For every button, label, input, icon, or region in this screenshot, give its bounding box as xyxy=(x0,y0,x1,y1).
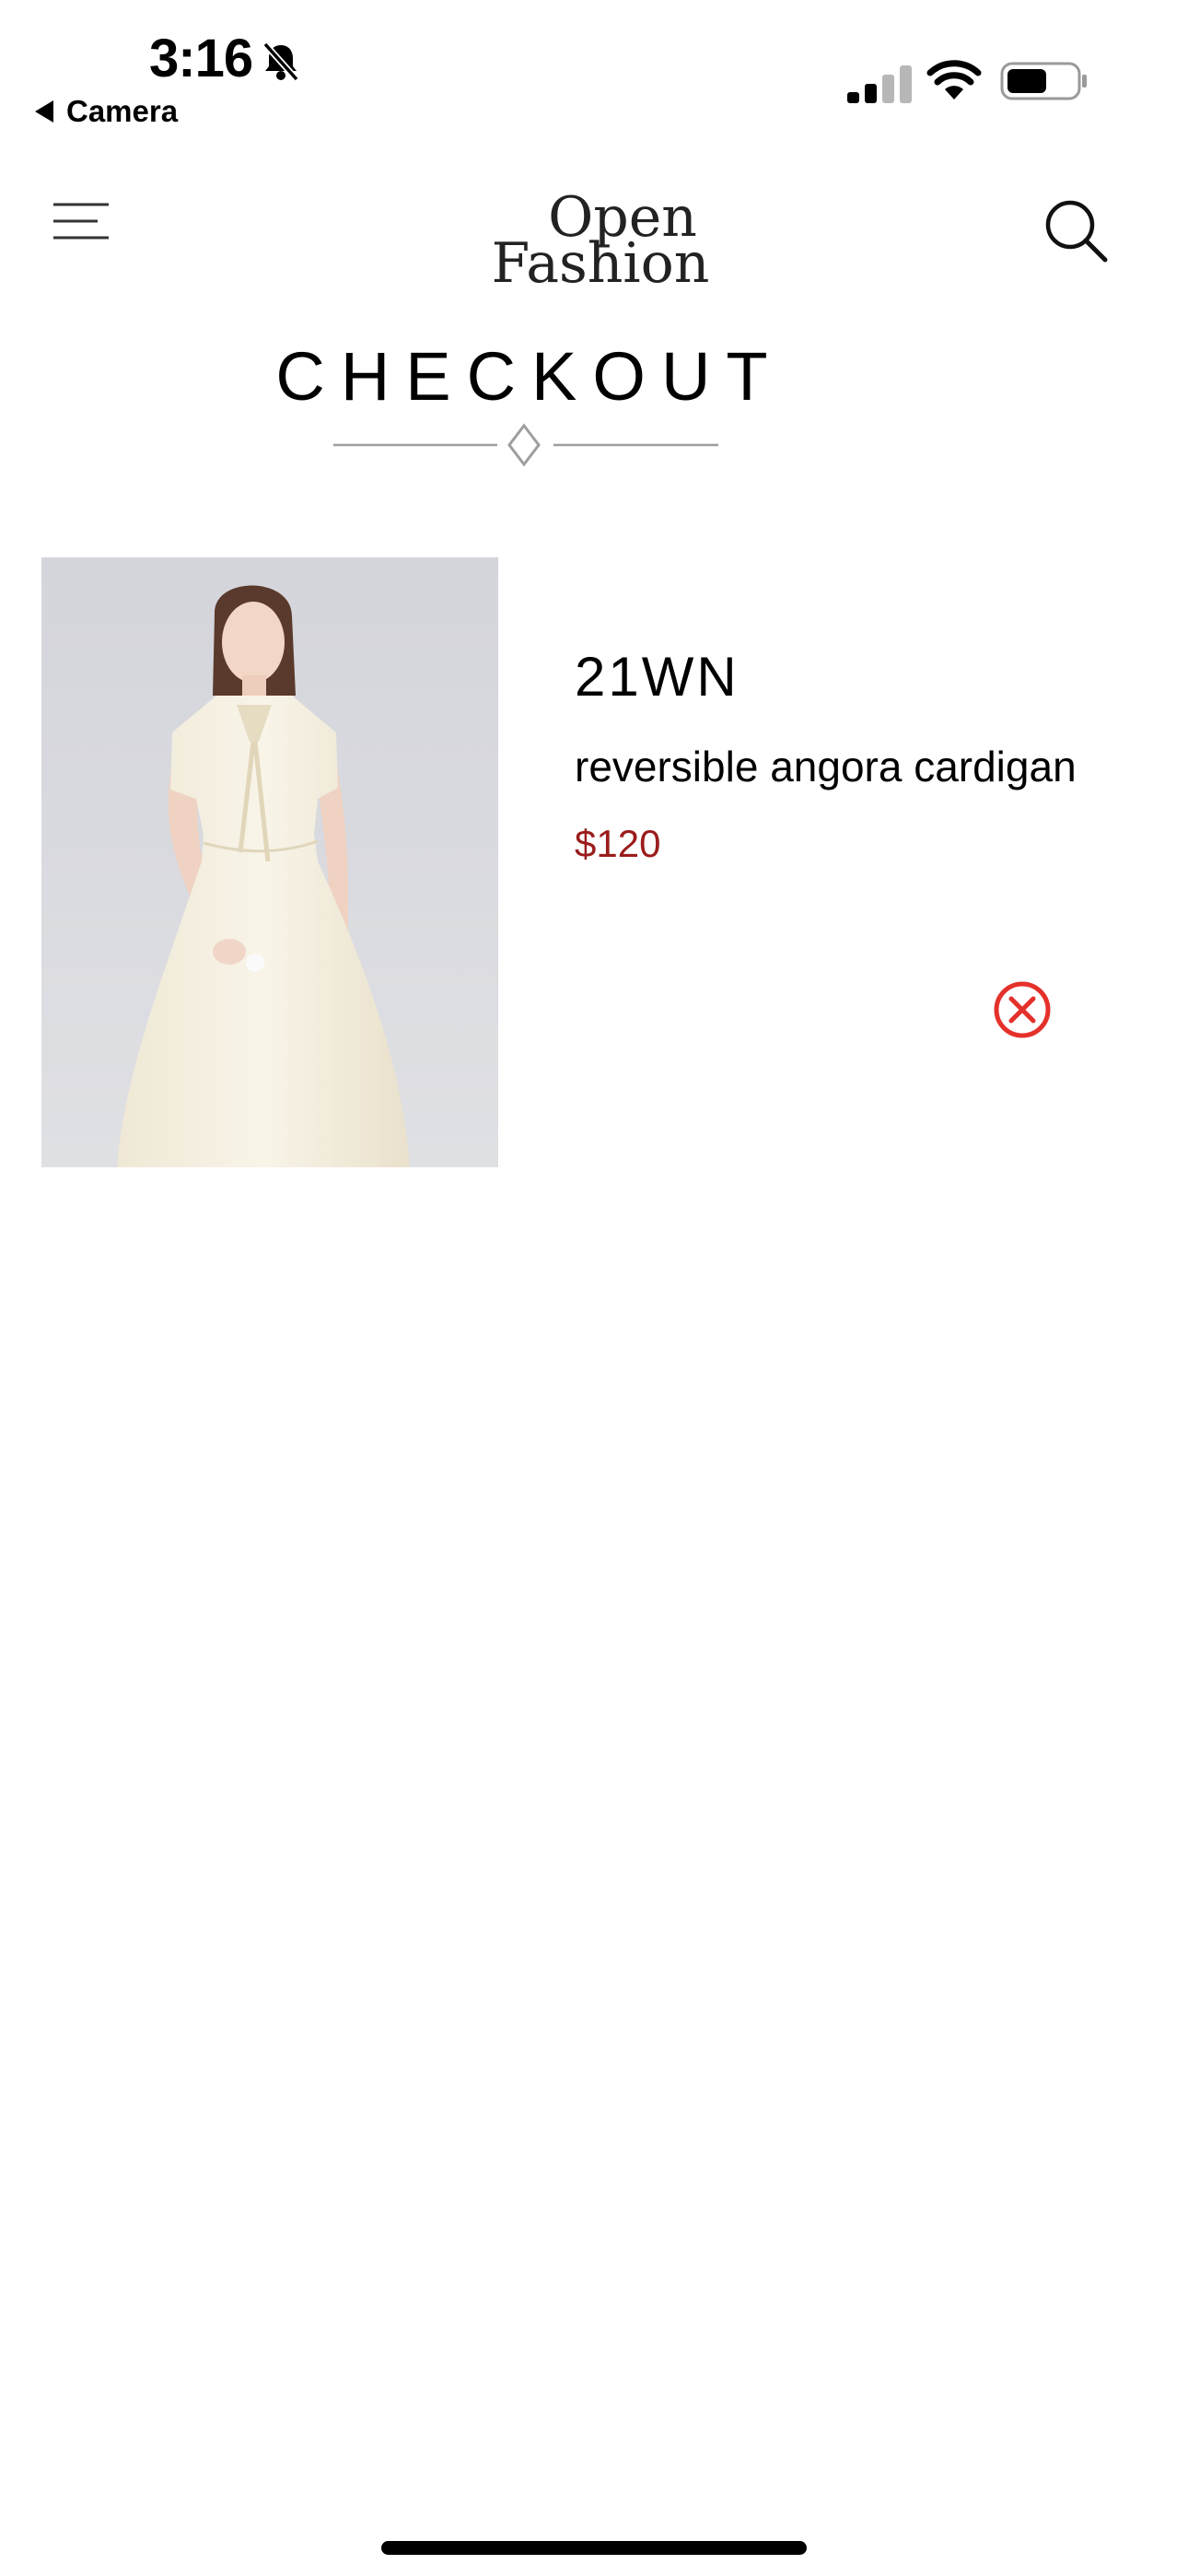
product-image[interactable] xyxy=(41,557,498,1167)
product-price: $120 xyxy=(575,822,661,865)
back-to-camera-link[interactable]: Camera xyxy=(35,94,178,129)
status-time: 3:16 xyxy=(149,29,253,88)
title-divider xyxy=(333,423,718,467)
remove-icon[interactable] xyxy=(991,978,1054,1041)
cellular-signal-icon xyxy=(847,65,912,103)
product-brand: 21WN xyxy=(575,646,740,708)
logo-line-2: Fashion xyxy=(492,231,710,295)
back-label: Camera xyxy=(66,94,179,128)
battery-icon xyxy=(1000,62,1087,100)
menu-icon[interactable] xyxy=(52,201,111,245)
page-title: CHECKOUT xyxy=(275,338,784,415)
search-icon[interactable] xyxy=(1042,197,1109,263)
bell-slash-icon xyxy=(262,41,299,82)
open-fashion-logo[interactable]: Open Fashion xyxy=(488,184,718,295)
home-indicator[interactable] xyxy=(381,2541,807,2555)
product-name: reversible angora cardigan xyxy=(575,743,1077,790)
wifi-icon xyxy=(926,60,982,100)
back-arrow-icon xyxy=(35,100,53,123)
